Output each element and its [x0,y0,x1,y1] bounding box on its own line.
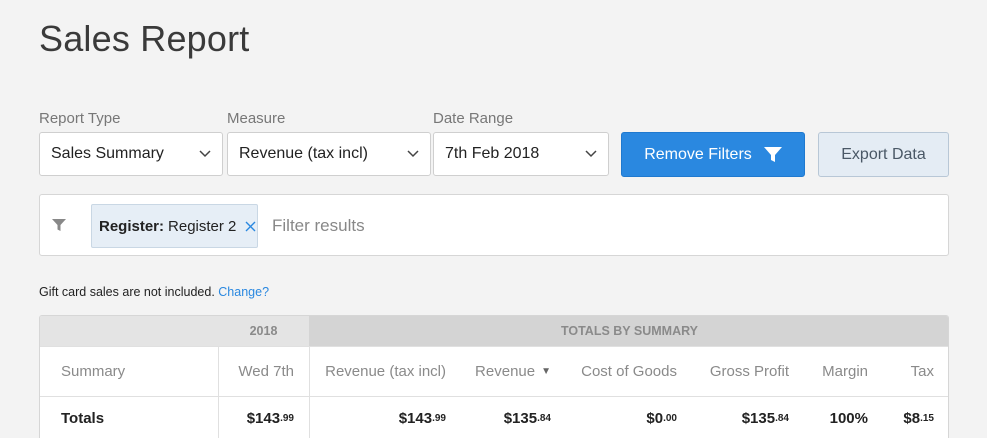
amount-cents: .00 [663,412,677,424]
totals-tax: $8.15 [880,396,934,438]
report-type-select[interactable]: Sales Summary [39,132,223,176]
totals-revenue: $135.84 [460,396,551,438]
measure-label: Measure [227,110,286,127]
amount-cents: .84 [537,412,551,424]
totals-cost-of-goods: $0.00 [560,396,677,438]
measure-select[interactable]: Revenue (tax incl) [227,132,431,176]
col-date[interactable]: Wed 7th [218,346,294,396]
col-cost-of-goods[interactable]: Cost of Goods [560,346,677,396]
col-revenue-label: Revenue [475,362,536,380]
totals-revenue-tax-incl: $143.99 [309,396,446,438]
filter-results-input[interactable] [272,213,672,239]
date-range-value: 7th Feb 2018 [445,145,540,162]
col-margin[interactable]: Margin [800,346,868,396]
col-gross-profit[interactable]: Gross Profit [690,346,789,396]
amount-cents: .99 [280,412,294,424]
amount-cents: .84 [775,412,789,424]
report-type-label: Report Type [39,110,121,127]
totals-margin: 100% [829,409,868,427]
amount-cents: .15 [920,412,934,424]
sort-down-icon: ▼ [541,365,551,377]
totals-gross-profit: $135.84 [690,396,789,438]
amount-main: $143 [246,409,281,427]
report-table: 2018 TOTALS BY SUMMARY Summary Wed 7th R… [39,315,949,438]
amount-main: $135 [741,409,776,427]
year-group-header: 2018 [249,324,278,338]
totals-date: $143.99 [218,396,294,438]
gift-card-note-text: Gift card sales are not included. [39,285,215,299]
register-filter-chip: Register: Register 2 [91,204,258,248]
chip-key: Register: [99,217,165,235]
chip-value: Register 2 [168,217,237,235]
change-link[interactable]: Change? [218,285,269,299]
chevron-down-icon [585,150,597,158]
amount-main: $0 [646,409,664,427]
filter-bar: Register: Register 2 [39,194,949,256]
totals-label: Totals [61,409,105,427]
gift-card-note: Gift card sales are not included. Change… [39,285,269,299]
page-title: Sales Report [39,18,250,59]
filter-icon [52,219,66,231]
col-revenue[interactable]: Revenue ▼ [460,346,551,396]
close-icon[interactable] [245,221,256,232]
amount-main: $135 [503,409,538,427]
col-revenue-tax-incl[interactable]: Revenue (tax incl) [309,346,446,396]
chevron-down-icon [407,150,419,158]
col-tax[interactable]: Tax [880,346,934,396]
col-summary[interactable]: Summary [61,346,125,396]
amount-cents: .99 [432,412,446,424]
amount-main: $143 [398,409,433,427]
export-data-label: Export Data [841,145,926,163]
remove-filters-label: Remove Filters [644,145,752,163]
amount-main: $8 [903,409,921,427]
funnel-icon [763,146,782,162]
chevron-down-icon [199,150,211,158]
measure-value: Revenue (tax incl) [239,145,368,162]
export-data-button[interactable]: Export Data [818,132,949,177]
date-range-label: Date Range [433,110,514,127]
date-range-select[interactable]: 7th Feb 2018 [433,132,609,176]
remove-filters-button[interactable]: Remove Filters [621,132,805,177]
totals-group-header: TOTALS BY SUMMARY [560,324,699,338]
report-type-value: Sales Summary [51,145,164,162]
